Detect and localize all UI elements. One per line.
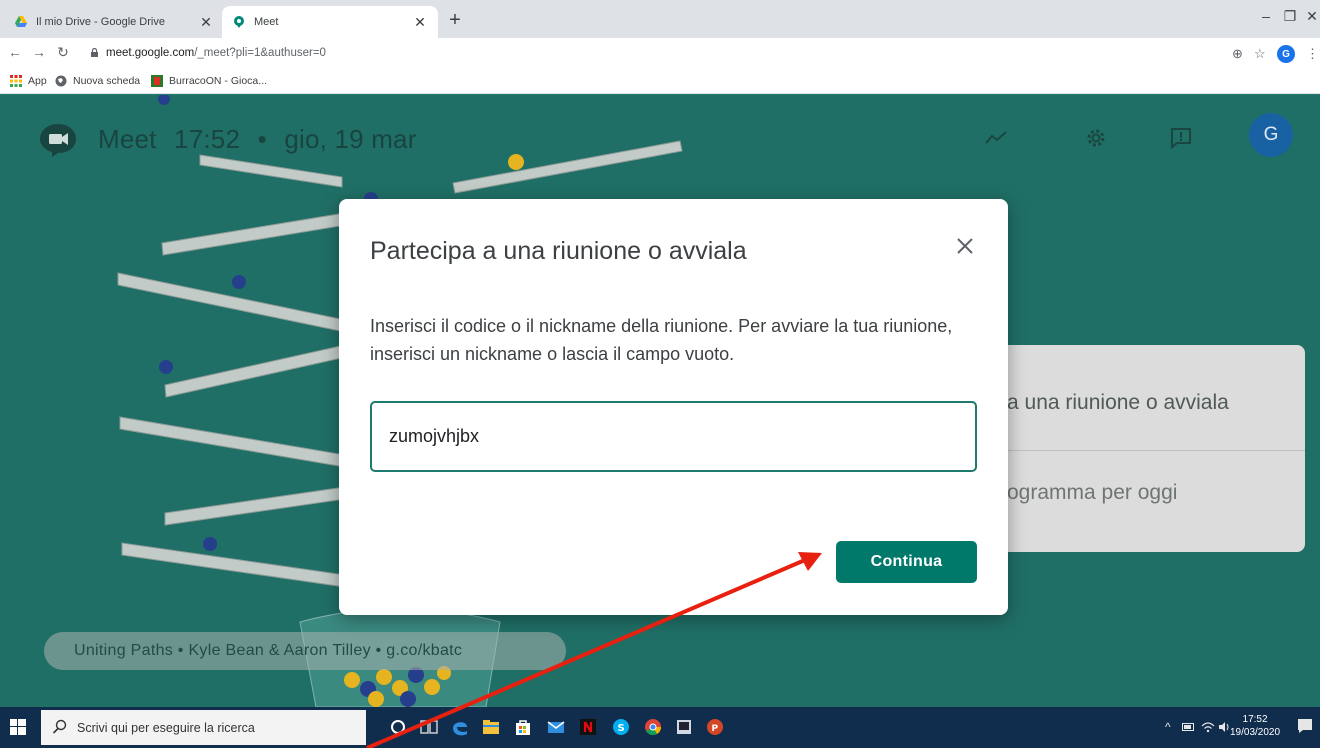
svg-text:P: P bbox=[712, 724, 719, 734]
mail-icon[interactable] bbox=[545, 716, 567, 738]
file-explorer-icon[interactable] bbox=[480, 716, 502, 738]
skype-icon[interactable]: S bbox=[610, 716, 632, 738]
app-name: Meet bbox=[98, 124, 157, 154]
globe-icon bbox=[55, 75, 67, 87]
dialog-title: Partecipa a una riunione o avviala bbox=[370, 237, 747, 265]
new-tab-icon[interactable]: + bbox=[444, 9, 466, 32]
tab-meet[interactable]: Meet ✕ bbox=[222, 6, 438, 38]
bookmark-label: BurracoON - Gioca... bbox=[169, 75, 268, 87]
windows-start-icon[interactable] bbox=[10, 719, 26, 735]
edge-icon[interactable] bbox=[449, 716, 471, 738]
settings-gear-icon[interactable] bbox=[1081, 123, 1111, 153]
taskbar-search-box[interactable]: Scrivi qui per eseguire la ricerca bbox=[41, 710, 366, 745]
maximize-icon[interactable]: ❐ bbox=[1280, 8, 1300, 25]
url-path: /_meet?pli=1&authuser=0 bbox=[194, 47, 326, 59]
continue-button[interactable]: Continua bbox=[836, 541, 977, 583]
bookmark-nuova-scheda[interactable]: Nuova scheda bbox=[55, 75, 140, 87]
volume-icon[interactable] bbox=[1218, 721, 1230, 733]
background-credit[interactable]: Uniting Paths • Kyle Bean & Aaron Tilley… bbox=[44, 632, 566, 670]
feedback-icon[interactable] bbox=[1166, 123, 1196, 153]
separator-dot: • bbox=[257, 124, 267, 154]
close-window-icon[interactable]: ✕ bbox=[1302, 8, 1320, 25]
system-clock[interactable]: 17:52 19/03/2020 bbox=[1230, 713, 1280, 739]
battery-icon[interactable] bbox=[1182, 722, 1196, 732]
wifi-icon[interactable] bbox=[1201, 721, 1215, 733]
google-drive-icon bbox=[15, 16, 27, 27]
address-bar: ← → ↻ meet.google.com/_meet?pli=1&authus… bbox=[0, 38, 1320, 70]
url-host: meet.google.com bbox=[106, 47, 195, 59]
tray-chevron-icon[interactable]: ^ bbox=[1165, 720, 1171, 734]
profile-avatar[interactable]: G bbox=[1277, 45, 1295, 63]
meet-header-title: Meet 17:52 • gio, 19 mar bbox=[98, 124, 427, 155]
chrome-icon[interactable] bbox=[642, 716, 664, 738]
menu-kebab-icon[interactable]: ⋮ bbox=[1306, 46, 1319, 62]
search-placeholder: Scrivi qui per eseguire la ricerca bbox=[77, 720, 255, 735]
close-tab-icon[interactable]: ✕ bbox=[412, 14, 428, 31]
burraco-icon bbox=[151, 75, 163, 87]
powerpoint-icon[interactable]: P bbox=[704, 716, 726, 738]
trending-icon[interactable] bbox=[981, 123, 1011, 153]
meet-logo-icon bbox=[40, 124, 76, 157]
tab-google-drive[interactable]: Il mio Drive - Google Drive ✕ bbox=[4, 6, 224, 38]
windows-taskbar: Scrivi qui per eseguire la ricerca S P ^… bbox=[0, 707, 1320, 748]
forward-icon[interactable]: → bbox=[30, 44, 48, 60]
task-view-icon[interactable] bbox=[418, 716, 440, 738]
tablet-icon[interactable] bbox=[673, 716, 695, 738]
meeting-actions-card: a una riunione o avviala ogramma per ogg… bbox=[985, 345, 1305, 552]
back-icon[interactable]: ← bbox=[6, 44, 24, 60]
apps-grid-icon bbox=[10, 75, 22, 87]
bookmarks-bar: App Nuova scheda BurracoON - Gioca... bbox=[0, 70, 1320, 94]
notification-center-icon[interactable] bbox=[1296, 717, 1314, 735]
divider bbox=[985, 450, 1305, 451]
browser-tab-bar: Il mio Drive - Google Drive ✕ Meet ✕ + –… bbox=[0, 0, 1320, 38]
url-field[interactable]: meet.google.com/_meet?pli=1&authuser=0 bbox=[106, 47, 326, 59]
meet-icon bbox=[234, 16, 244, 28]
close-icon[interactable] bbox=[951, 232, 979, 260]
netflix-icon[interactable] bbox=[577, 716, 599, 738]
bookmark-app[interactable]: App bbox=[10, 75, 47, 87]
minimize-icon[interactable]: – bbox=[1256, 8, 1276, 24]
lock-icon bbox=[91, 48, 98, 57]
bookmark-label: App bbox=[28, 75, 47, 87]
tab-title: Il mio Drive - Google Drive bbox=[36, 16, 165, 28]
clock-date: 19/03/2020 bbox=[1230, 727, 1281, 738]
schedule-action[interactable]: ogramma per oggi bbox=[1007, 481, 1177, 505]
svg-text:S: S bbox=[618, 723, 625, 734]
clock-time: 17:52 bbox=[1242, 714, 1268, 725]
meeting-code-input[interactable] bbox=[370, 401, 977, 472]
cortana-icon[interactable] bbox=[387, 716, 409, 738]
close-tab-icon[interactable]: ✕ bbox=[198, 14, 214, 31]
reload-icon[interactable]: ↻ bbox=[54, 44, 72, 61]
tab-title: Meet bbox=[254, 16, 279, 28]
current-time: 17:52 bbox=[174, 124, 241, 154]
dialog-description: Inserisci il codice o il nickname della … bbox=[370, 316, 953, 364]
bookmark-star-icon[interactable]: ☆ bbox=[1254, 46, 1266, 62]
bookmark-label: Nuova scheda bbox=[73, 75, 141, 87]
join-meeting-dialog: Partecipa a una riunione o avviala Inser… bbox=[339, 199, 1008, 615]
current-date: gio, 19 mar bbox=[284, 124, 417, 154]
join-or-start-action[interactable]: a una riunione o avviala bbox=[1007, 391, 1229, 415]
search-icon bbox=[52, 719, 67, 734]
store-icon[interactable] bbox=[512, 716, 534, 738]
account-avatar[interactable]: G bbox=[1249, 113, 1293, 157]
zoom-icon[interactable]: ⊕ bbox=[1232, 46, 1243, 62]
bookmark-burraco[interactable]: BurracoON - Gioca... bbox=[151, 75, 267, 87]
meet-page: Meet 17:52 • gio, 19 mar G a una riunion… bbox=[0, 95, 1320, 707]
